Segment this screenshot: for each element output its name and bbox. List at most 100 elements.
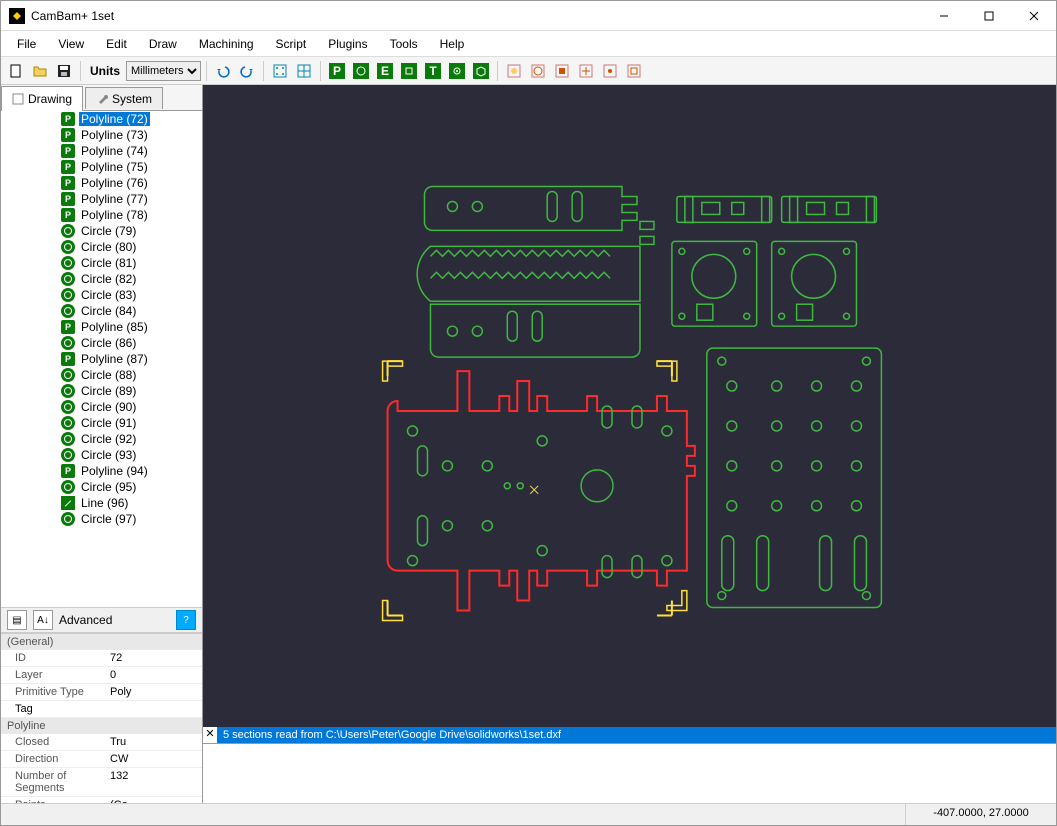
tree-item[interactable]: Circle (80) xyxy=(1,239,202,255)
close-button[interactable] xyxy=(1011,1,1056,31)
log-area[interactable] xyxy=(203,743,1056,803)
tree-item[interactable]: PPolyline (76) xyxy=(1,175,202,191)
polyline-icon: P xyxy=(61,144,75,158)
circle-icon xyxy=(61,448,75,462)
op2-button[interactable] xyxy=(527,60,549,82)
units-select[interactable]: Millimeters xyxy=(126,61,201,81)
tab-system[interactable]: System xyxy=(85,87,163,109)
tree-item-label: Circle (83) xyxy=(79,288,138,302)
props-alpha-button[interactable]: A↓ xyxy=(33,610,53,630)
circle-icon xyxy=(61,224,75,238)
line-icon xyxy=(61,496,75,510)
tree-item[interactable]: Circle (79) xyxy=(1,223,202,239)
op1-button[interactable] xyxy=(503,60,525,82)
tree-item[interactable]: Circle (83) xyxy=(1,287,202,303)
mop-circle-button[interactable] xyxy=(350,60,372,82)
window-title: CamBam+ 1set xyxy=(31,9,921,23)
tree-item[interactable]: PPolyline (73) xyxy=(1,127,202,143)
object-tree[interactable]: PPolyline (72)PPolyline (73)PPolyline (7… xyxy=(1,111,202,607)
tree-item-label: Circle (84) xyxy=(79,304,138,318)
circle-icon xyxy=(61,272,75,286)
mop-text-button[interactable]: T xyxy=(422,60,444,82)
mop-3d-button[interactable] xyxy=(470,60,492,82)
tree-item[interactable]: PPolyline (72) xyxy=(1,111,202,127)
tree-item[interactable]: Circle (97) xyxy=(1,511,202,527)
tree-item[interactable]: PPolyline (75) xyxy=(1,159,202,175)
app-icon xyxy=(9,8,25,24)
op3-button[interactable] xyxy=(551,60,573,82)
tree-item[interactable]: Circle (93) xyxy=(1,447,202,463)
menu-help[interactable]: Help xyxy=(430,33,475,55)
tree-item[interactable]: Circle (92) xyxy=(1,431,202,447)
new-file-button[interactable] xyxy=(5,60,27,82)
props-help-button[interactable]: ? xyxy=(176,610,196,630)
tree-item[interactable]: Circle (84) xyxy=(1,303,202,319)
tree-item[interactable]: Circle (81) xyxy=(1,255,202,271)
menu-view[interactable]: View xyxy=(48,33,94,55)
tree-item[interactable]: PPolyline (77) xyxy=(1,191,202,207)
tree-item[interactable]: Circle (86) xyxy=(1,335,202,351)
circle-icon xyxy=(61,240,75,254)
tree-item-label: Circle (91) xyxy=(79,416,138,430)
tree-item[interactable]: Circle (88) xyxy=(1,367,202,383)
op5-button[interactable] xyxy=(599,60,621,82)
grid-line-button[interactable] xyxy=(293,60,315,82)
tree-item[interactable]: Circle (91) xyxy=(1,415,202,431)
op6-button[interactable] xyxy=(623,60,645,82)
tree-item[interactable]: PPolyline (78) xyxy=(1,207,202,223)
menu-plugins[interactable]: Plugins xyxy=(318,33,377,55)
polyline-icon: P xyxy=(61,112,75,126)
tree-item[interactable]: Line (96) xyxy=(1,495,202,511)
props-categorized-button[interactable]: ▤ xyxy=(7,610,27,630)
tree-item[interactable]: Circle (89) xyxy=(1,383,202,399)
open-file-button[interactable] xyxy=(29,60,51,82)
mop-drill-button[interactable] xyxy=(398,60,420,82)
menu-edit[interactable]: Edit xyxy=(96,33,137,55)
circle-icon xyxy=(61,480,75,494)
tab-drawing[interactable]: Drawing xyxy=(1,86,83,111)
menu-script[interactable]: Script xyxy=(266,33,317,55)
save-file-button[interactable] xyxy=(53,60,75,82)
mop-p-button[interactable]: P xyxy=(326,60,348,82)
tree-item-label: Polyline (87) xyxy=(79,352,150,366)
menu-file[interactable]: File xyxy=(7,33,46,55)
units-label: Units xyxy=(86,64,124,78)
menu-draw[interactable]: Draw xyxy=(139,33,187,55)
props-advanced-label[interactable]: Advanced xyxy=(59,613,112,627)
circle-icon xyxy=(61,512,75,526)
svg-text:P: P xyxy=(333,64,341,78)
polyline-icon: P xyxy=(61,128,75,142)
tree-item[interactable]: PPolyline (74) xyxy=(1,143,202,159)
mop-spiral-button[interactable] xyxy=(446,60,468,82)
tree-item[interactable]: Circle (90) xyxy=(1,399,202,415)
tree-item-label: Circle (82) xyxy=(79,272,138,286)
polyline-icon: P xyxy=(61,176,75,190)
circle-icon xyxy=(61,304,75,318)
tree-item-label: Circle (89) xyxy=(79,384,138,398)
tree-item-label: Circle (88) xyxy=(79,368,138,382)
log-close-button[interactable]: ✕ xyxy=(203,727,217,743)
circle-icon xyxy=(61,400,75,414)
properties-grid[interactable]: (General) ID72 Layer0 Primitive TypePoly… xyxy=(1,633,202,803)
maximize-button[interactable] xyxy=(966,1,1011,31)
mop-engrave-button[interactable]: E xyxy=(374,60,396,82)
grid-dot-button[interactable] xyxy=(269,60,291,82)
tree-item[interactable]: Circle (82) xyxy=(1,271,202,287)
menu-tools[interactable]: Tools xyxy=(380,33,428,55)
tree-item[interactable]: Circle (95) xyxy=(1,479,202,495)
circle-icon xyxy=(61,432,75,446)
minimize-button[interactable] xyxy=(921,1,966,31)
redo-button[interactable] xyxy=(236,60,258,82)
tree-item[interactable]: PPolyline (85) xyxy=(1,319,202,335)
tree-item-label: Circle (95) xyxy=(79,480,138,494)
undo-button[interactable] xyxy=(212,60,234,82)
tree-item-label: Circle (86) xyxy=(79,336,138,350)
cad-view[interactable] xyxy=(203,85,1056,727)
svg-text:E: E xyxy=(381,64,389,78)
drawing-canvas[interactable]: ✕ 5 sections read from C:\Users\Peter\Go… xyxy=(203,85,1056,803)
tree-item[interactable]: PPolyline (87) xyxy=(1,351,202,367)
op4-button[interactable] xyxy=(575,60,597,82)
menu-machining[interactable]: Machining xyxy=(189,33,264,55)
tree-item-label: Polyline (75) xyxy=(79,160,150,174)
tree-item[interactable]: PPolyline (94) xyxy=(1,463,202,479)
